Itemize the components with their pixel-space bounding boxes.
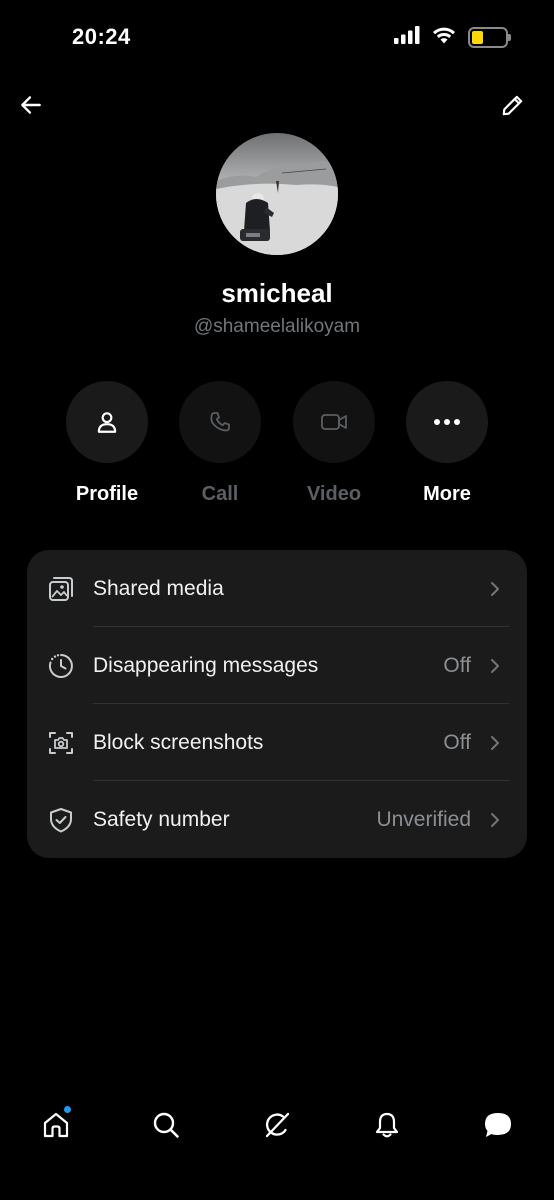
chevron-right-icon [487,658,503,674]
chevron-right-icon [487,735,503,751]
status-time: 20:24 [72,24,131,49]
chat-bubble-icon [485,1113,511,1137]
screenshot-camera-icon [45,727,77,759]
display-name: smicheal [221,278,333,308]
nav-notifications[interactable] [367,1105,407,1145]
avatar-photo [216,133,338,255]
call-action-circle[interactable] [179,381,261,463]
bottom-navigation [0,1095,554,1155]
disappearing-messages-value: Off [443,653,471,677]
chevron-right-icon [487,581,503,597]
nav-grok[interactable] [257,1105,297,1145]
call-action-button[interactable]: Call [175,381,265,506]
phone-icon [210,412,230,432]
wifi-icon [432,26,456,49]
safety-number-row[interactable]: Safety number Unverified [27,781,527,858]
chevron-right-icon [487,812,503,828]
back-button[interactable] [14,88,48,122]
conversation-info-screen: 20:24 smicheal @shameelalikoyam Profile … [0,0,554,1200]
nav-messages[interactable] [478,1105,518,1145]
disappearing-messages-label: Disappearing messages [93,653,319,677]
block-screenshots-row[interactable]: Block screenshots Off [27,704,527,781]
more-action-button[interactable]: More [402,381,492,506]
person-icon [97,412,117,433]
shield-check-icon [45,804,77,836]
more-action-circle[interactable] [406,381,488,463]
pencil-icon [502,95,523,116]
profile-action-button[interactable]: Profile [62,381,152,506]
bell-icon [375,1112,399,1138]
profile-action-circle[interactable] [66,381,148,463]
nav-home[interactable] [36,1105,76,1145]
video-camera-icon [321,414,347,430]
battery-level-fill [472,31,484,44]
grok-icon [265,1112,290,1138]
timer-icon [45,650,77,682]
call-action-label: Call [201,483,239,505]
status-icons [394,26,511,49]
video-action-label: Video [306,483,362,505]
user-handle: @shameelalikoyam [193,316,361,337]
video-action-button[interactable]: Video [289,381,379,506]
block-screenshots-value: Off [443,730,471,754]
cellular-signal-icon [394,26,420,49]
media-gallery-icon [45,573,77,605]
home-icon [43,1112,69,1138]
video-action-circle[interactable] [293,381,375,463]
shared-media-row[interactable]: Shared media [27,550,527,627]
ellipsis-icon [434,419,460,425]
safety-number-value: Unverified [376,807,471,831]
block-screenshots-label: Block screenshots [93,730,264,754]
arrow-left-icon [21,96,41,114]
search-icon [153,1112,179,1138]
notification-dot [63,1105,72,1114]
edit-button[interactable] [496,88,530,122]
conversation-settings-card: Shared media Disappearing messages Off B… [27,550,527,858]
profile-action-label: Profile [75,483,139,505]
nav-search[interactable] [146,1105,186,1145]
safety-number-label: Safety number [93,807,230,831]
disappearing-messages-row[interactable]: Disappearing messages Off [27,627,527,704]
battery-icon [468,27,511,48]
more-action-label: More [423,483,471,505]
shared-media-label: Shared media [93,576,224,600]
avatar[interactable] [216,133,338,255]
